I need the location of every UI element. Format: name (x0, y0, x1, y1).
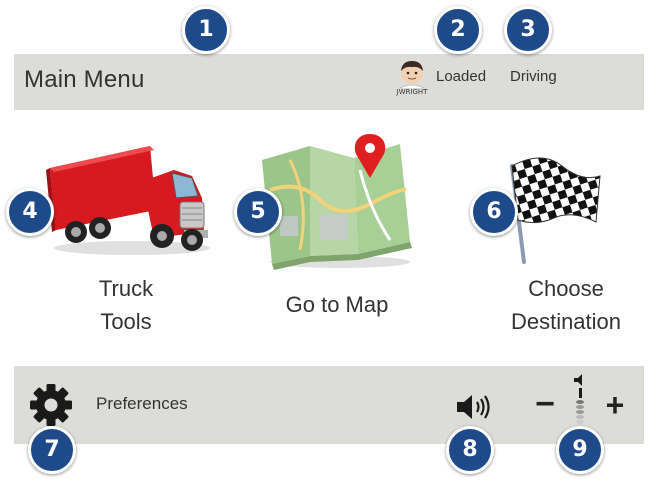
page-title: Main Menu (24, 66, 145, 93)
truck-icon[interactable] (42, 140, 212, 260)
volume-level-icon[interactable] (566, 374, 590, 432)
callout-badge-9: 9 (556, 426, 604, 474)
driving-status[interactable]: Driving (510, 68, 557, 85)
volume-down-button[interactable]: − (532, 386, 558, 426)
choose-destination-label-line2: Destination (510, 309, 622, 334)
preferences-label: Preferences (96, 394, 188, 413)
driver-name: JWRIGHT (396, 88, 428, 96)
callout-badge-6: 6 (470, 188, 518, 236)
choose-destination-label-line1: Choose (528, 276, 604, 301)
callout-badge-8: 8 (446, 426, 494, 474)
choose-destination-label[interactable]: Choose Destination (476, 272, 656, 338)
truck-tools-label[interactable]: Truck Tools (64, 272, 188, 338)
callout-badge-1: 1 (182, 6, 230, 54)
truck-tools-label-line1: Truck (98, 276, 154, 301)
callout-badge-3: 3 (504, 6, 552, 54)
volume-up-button[interactable]: + (600, 386, 630, 426)
truck-tools-label-line2: Tools (100, 309, 152, 334)
callout-badge-5: 5 (234, 188, 282, 236)
gear-icon (30, 384, 72, 426)
load-status[interactable]: Loaded (436, 68, 486, 85)
callout-badge-2: 2 (434, 6, 482, 54)
speaker-icon[interactable] (455, 393, 495, 421)
go-to-map-label[interactable]: Go to Map (262, 288, 412, 321)
callout-badge-7: 7 (28, 426, 76, 474)
preferences-button[interactable]: Preferences (28, 382, 228, 428)
callout-badge-4: 4 (6, 188, 54, 236)
